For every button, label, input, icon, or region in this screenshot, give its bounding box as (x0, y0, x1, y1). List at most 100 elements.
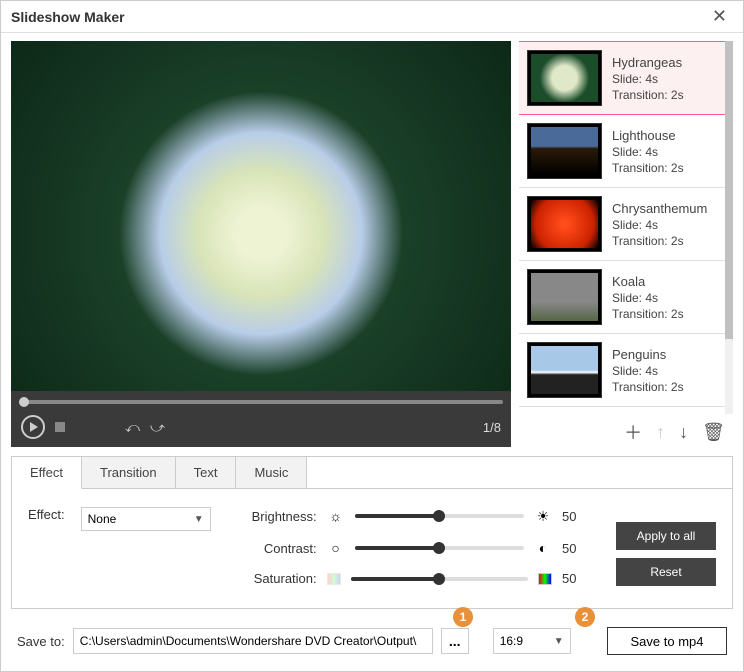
slide-info: LighthouseSlide: 4sTransition: 2s (612, 123, 684, 179)
scrollbar-thumb[interactable] (725, 41, 733, 339)
play-icon (30, 422, 38, 432)
timeline-handle[interactable] (19, 397, 29, 407)
thumbnail-image (531, 346, 598, 394)
sun-low-icon: ☼ (327, 507, 345, 525)
slide-duration: Slide: 4s (612, 218, 707, 232)
slide-transition: Transition: 2s (612, 88, 684, 102)
titlebar: Slideshow Maker ✕ (1, 1, 743, 33)
slide-list[interactable]: HydrangeasSlide: 4sTransition: 2sLightho… (519, 41, 725, 414)
chevron-down-icon: ▼ (554, 636, 564, 647)
tab-transition[interactable]: Transition (82, 457, 176, 488)
thumbnail-image (531, 273, 598, 321)
tabs: Effect Transition Text Music (12, 457, 732, 489)
rotate-left-icon[interactable]: ⤺ (125, 419, 140, 436)
slide-info: HydrangeasSlide: 4sTransition: 2s (612, 50, 684, 106)
tab-music[interactable]: Music (236, 457, 307, 488)
window-title: Slideshow Maker (11, 9, 125, 25)
saturation-knob[interactable] (433, 573, 445, 585)
marker-2: 2 (575, 607, 595, 627)
effects-panel: Effect Transition Text Music Effect: Non… (11, 456, 733, 609)
scrollbar[interactable] (725, 41, 733, 414)
effect-body: Effect: None ▼ Brightness: ☼ ☀ 50 Contra… (12, 489, 732, 604)
brightness-value: 50 (562, 509, 586, 524)
close-icon[interactable]: ✕ (706, 6, 733, 27)
sliders: Brightness: ☼ ☀ 50 Contrast: ○ ◐ 50 Satu… (241, 507, 586, 586)
contrast-slider[interactable] (355, 546, 524, 550)
saturation-high-icon (538, 573, 552, 585)
slide-thumbnail (527, 342, 602, 398)
thumbnail-image (531, 200, 598, 248)
slide-item[interactable]: Penguins Slide: 4s Transition: 2s (519, 334, 725, 407)
move-down-icon[interactable]: ↓ (679, 422, 688, 443)
sun-high-icon: ☀ (534, 507, 552, 525)
control-row: ⤺ ⤻ 1/8 (11, 407, 511, 447)
slide-name: Chrysanthemum (612, 201, 707, 216)
slide-duration: Slide: 4s (612, 364, 684, 378)
slide-item[interactable]: Chrysanthemum Slide: 4s Transition: 2s (519, 188, 725, 261)
contrast-row: Contrast: ○ ◐ 50 (241, 539, 586, 557)
move-up-icon[interactable]: ↑ (656, 422, 665, 443)
brightness-label: Brightness: (241, 509, 317, 524)
brightness-slider[interactable] (355, 514, 524, 518)
stop-button[interactable] (55, 422, 65, 432)
preview-column: ⤺ ⤻ 1/8 (11, 41, 511, 450)
save-mp4-button[interactable]: Save to mp4 (607, 627, 727, 655)
tab-effect[interactable]: Effect (12, 457, 82, 489)
slide-name: Koala (612, 274, 684, 289)
list-toolbar: ＋ ↑ ↓ 🗑 (519, 414, 733, 450)
effect-selector: Effect: None ▼ (28, 507, 211, 586)
timeline[interactable] (11, 391, 511, 407)
play-button[interactable] (21, 415, 45, 439)
slide-name: Hydrangeas (612, 55, 684, 70)
main-area: ⤺ ⤻ 1/8 HydrangeasSlide: 4sTransition: 2… (1, 33, 743, 450)
slide-counter: 1/8 (483, 420, 501, 435)
preview-image (11, 41, 511, 391)
slide-info: KoalaSlide: 4sTransition: 2s (612, 269, 684, 325)
app-window: Slideshow Maker ✕ ⤺ ⤻ (0, 0, 744, 672)
delete-icon[interactable]: 🗑 (702, 422, 725, 443)
slide-thumbnail (527, 50, 602, 106)
saturation-slider[interactable] (351, 577, 528, 581)
saturation-label: Saturation: (241, 571, 317, 586)
marker-1: 1 (453, 607, 473, 627)
browse-button[interactable]: ... (441, 628, 469, 654)
slide-info: Chrysanthemum Slide: 4s Transition: 2s (612, 196, 707, 252)
brightness-knob[interactable] (433, 510, 445, 522)
saturation-row: Saturation: 50 (241, 571, 586, 586)
slide-transition: Transition: 2s (612, 380, 684, 394)
player-controls: ⤺ ⤻ 1/8 (11, 391, 511, 447)
contrast-high-icon: ◐ (534, 539, 552, 557)
slide-info: Penguins Slide: 4s Transition: 2s (612, 342, 684, 398)
slide-item[interactable]: KoalaSlide: 4sTransition: 2s (519, 261, 725, 334)
slide-thumbnail (527, 123, 602, 179)
contrast-value: 50 (562, 541, 586, 556)
slide-thumbnail (527, 269, 602, 325)
aspect-dropdown[interactable]: 16:9 ▼ (493, 628, 571, 654)
slide-item[interactable]: LighthouseSlide: 4sTransition: 2s (519, 115, 725, 188)
contrast-low-icon: ○ (327, 539, 345, 557)
rotate-right-icon[interactable]: ⤻ (150, 419, 165, 436)
timeline-track[interactable] (19, 400, 503, 404)
save-row: Save to: ... 16:9 ▼ Save to mp4 1 2 (1, 615, 743, 671)
slide-duration: Slide: 4s (612, 145, 684, 159)
save-path-input[interactable] (73, 628, 433, 654)
apply-all-button[interactable]: Apply to all (616, 522, 716, 550)
effect-label: Effect: (28, 507, 65, 522)
brightness-row: Brightness: ☼ ☀ 50 (241, 507, 586, 525)
action-buttons: Apply to all Reset (616, 507, 716, 586)
saturation-low-icon (327, 573, 341, 585)
slide-name: Penguins (612, 347, 684, 362)
thumbnail-image (531, 127, 598, 175)
slide-item[interactable]: HydrangeasSlide: 4sTransition: 2s (519, 42, 725, 115)
reset-button[interactable]: Reset (616, 558, 716, 586)
slide-transition: Transition: 2s (612, 234, 707, 248)
contrast-knob[interactable] (433, 542, 445, 554)
effect-dropdown[interactable]: None ▼ (81, 507, 211, 531)
saturation-value: 50 (562, 571, 586, 586)
slide-name: Lighthouse (612, 128, 684, 143)
save-to-label: Save to: (17, 634, 65, 649)
tab-text[interactable]: Text (176, 457, 237, 488)
add-icon[interactable]: ＋ (624, 419, 642, 445)
slide-transition: Transition: 2s (612, 307, 684, 321)
aspect-value: 16:9 (500, 634, 523, 648)
